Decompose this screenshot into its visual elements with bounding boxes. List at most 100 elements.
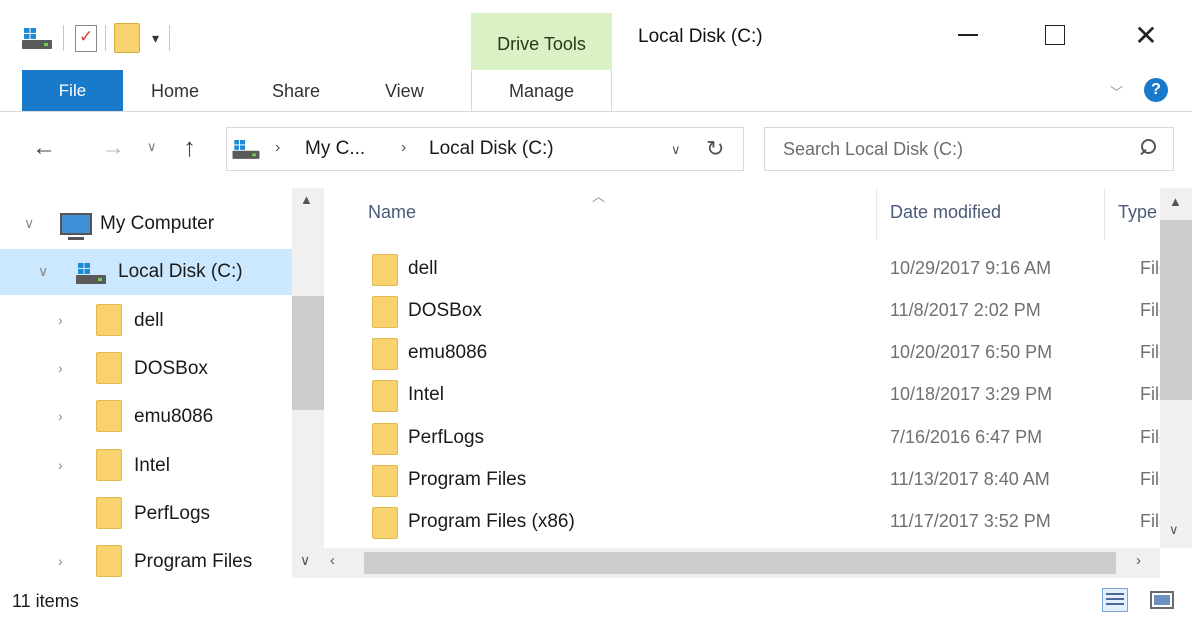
- folder-icon: [96, 400, 122, 432]
- breadcrumb-local-disk[interactable]: Local Disk (C:): [429, 138, 554, 160]
- file-date: 11/13/2017 8:40 AM: [890, 469, 1050, 489]
- properties-icon[interactable]: [75, 24, 97, 52]
- recent-locations-chevron-icon[interactable]: ∨: [147, 139, 157, 155]
- new-folder-icon[interactable]: [114, 23, 140, 53]
- large-icons-view-icon[interactable]: [1150, 591, 1174, 609]
- nav-item-label: My Computer: [100, 213, 215, 234]
- toolbar-divider: [63, 25, 64, 51]
- search-box[interactable]: Search Local Disk (C:): [764, 127, 1174, 171]
- breadcrumb-separator-icon[interactable]: ›: [275, 139, 280, 157]
- tab-manage[interactable]: Manage: [471, 70, 612, 112]
- file-type: File folder: [1140, 384, 1160, 404]
- tab-home[interactable]: Home: [151, 70, 199, 112]
- file-row-perflogs[interactable]: PerfLogs 7/16/2016 6:47 PM File folder: [324, 417, 1160, 459]
- scrollbar-thumb[interactable]: [292, 296, 324, 410]
- chevron-right-icon[interactable]: ›: [58, 408, 63, 424]
- breadcrumb-my-computer[interactable]: My C...: [305, 138, 365, 160]
- column-header-name[interactable]: Name: [368, 202, 416, 223]
- navigation-pane: ∨ My Computer ∨ Local Disk (C:) › dell ›…: [0, 188, 324, 578]
- nav-item-local-disk[interactable]: ∨ Local Disk (C:): [0, 249, 292, 295]
- file-name: Program Files: [408, 469, 527, 490]
- tab-share[interactable]: Share: [272, 70, 320, 112]
- file-name: Program Files (x86): [408, 511, 575, 532]
- scrollbar-thumb[interactable]: [364, 552, 1116, 574]
- file-date: 10/29/2017 9:16 AM: [890, 258, 1052, 278]
- drive-tools-label: Drive Tools: [497, 34, 586, 54]
- nav-item-label: dell: [134, 310, 164, 331]
- chevron-down-icon[interactable]: ∨: [24, 215, 34, 232]
- file-name: Intel: [408, 384, 444, 405]
- scroll-down-icon[interactable]: ∨: [1169, 522, 1179, 538]
- folder-icon: [96, 304, 122, 336]
- drive-icon[interactable]: [22, 27, 52, 49]
- scroll-up-icon[interactable]: ▲: [300, 192, 313, 207]
- tab-file[interactable]: File: [22, 70, 123, 112]
- scroll-up-icon[interactable]: ▲: [1169, 194, 1182, 209]
- breadcrumb-separator-icon[interactable]: ›: [401, 139, 406, 157]
- scrollbar-thumb[interactable]: [1160, 220, 1192, 400]
- status-bar: 11 items: [0, 578, 1192, 623]
- expand-ribbon-icon[interactable]: ﹀: [1110, 82, 1123, 101]
- drive-icon: [76, 262, 106, 284]
- search-placeholder: Search Local Disk (C:): [783, 139, 964, 159]
- file-list: ︿ Name Date modified Type dell 10/29/201…: [324, 188, 1192, 578]
- chevron-right-icon[interactable]: ›: [58, 553, 63, 569]
- computer-icon: [60, 213, 92, 240]
- file-date: 11/17/2017 3:52 PM: [890, 511, 1051, 531]
- chevron-right-icon[interactable]: ›: [58, 312, 63, 328]
- maximize-button[interactable]: [1024, 14, 1086, 56]
- chevron-right-icon[interactable]: ›: [58, 360, 63, 376]
- item-count: 11 items: [12, 591, 79, 611]
- file-type: File folder: [1140, 300, 1160, 320]
- scroll-down-icon[interactable]: ∨: [300, 552, 310, 569]
- nav-item-my-computer[interactable]: ∨ My Computer: [0, 201, 292, 247]
- column-divider[interactable]: [1104, 188, 1105, 240]
- folder-icon: [372, 338, 398, 370]
- close-button[interactable]: ✕: [1115, 14, 1177, 56]
- scroll-left-icon[interactable]: ‹: [330, 552, 335, 569]
- nav-item-label: DOSBox: [134, 358, 208, 379]
- nav-pane-scrollbar[interactable]: ▲ ∨: [292, 188, 324, 578]
- folder-icon: [372, 465, 398, 497]
- file-row-program-files[interactable]: Program Files 11/13/2017 8:40 AM File fo…: [324, 459, 1160, 501]
- address-bar[interactable]: › My C... › Local Disk (C:) ∨ ↻: [226, 127, 744, 171]
- window-title: Local Disk (C:): [638, 26, 763, 47]
- chevron-down-icon[interactable]: ∨: [38, 263, 48, 280]
- column-divider[interactable]: [876, 188, 877, 240]
- file-row-intel[interactable]: Intel 10/18/2017 3:29 PM File folder: [324, 374, 1160, 416]
- file-row-emu8086[interactable]: emu8086 10/20/2017 6:50 PM File folder: [324, 332, 1160, 374]
- toolbar-divider: [105, 25, 106, 51]
- customize-toolbar-dropdown-icon[interactable]: ▾: [152, 30, 159, 47]
- chevron-right-icon[interactable]: ›: [58, 457, 63, 473]
- file-type: File folder: [1140, 342, 1160, 362]
- file-name: DOSBox: [408, 300, 482, 321]
- file-row-dell[interactable]: dell 10/29/2017 9:16 AM File folder: [324, 248, 1160, 290]
- nav-item-perflogs[interactable]: PerfLogs: [0, 491, 292, 537]
- tab-view[interactable]: View: [385, 70, 424, 112]
- forward-arrow-icon[interactable]: →: [101, 134, 125, 162]
- address-dropdown-icon[interactable]: ∨: [671, 142, 681, 158]
- nav-item-label: Program Files: [134, 551, 253, 572]
- file-list-horizontal-scrollbar[interactable]: ‹ ›: [324, 548, 1160, 578]
- help-icon[interactable]: ?: [1144, 78, 1168, 102]
- scroll-right-icon[interactable]: ›: [1136, 552, 1141, 569]
- file-list-vertical-scrollbar[interactable]: ▲ ∨: [1160, 188, 1192, 548]
- minimize-button[interactable]: [937, 14, 999, 56]
- details-view-icon[interactable]: [1102, 588, 1128, 612]
- nav-item-dell[interactable]: › dell: [0, 298, 292, 344]
- file-date: 7/16/2016 6:47 PM: [890, 427, 1043, 447]
- nav-item-dosbox[interactable]: › DOSBox: [0, 346, 292, 392]
- refresh-icon[interactable]: ↻: [706, 136, 724, 162]
- column-header-type[interactable]: Type: [1118, 202, 1158, 223]
- file-row-dosbox[interactable]: DOSBox 11/8/2017 2:02 PM File folder: [324, 290, 1160, 332]
- search-icon[interactable]: [1138, 139, 1156, 159]
- nav-item-intel[interactable]: › Intel: [0, 443, 292, 489]
- toolbar-divider: [169, 25, 171, 51]
- nav-item-emu8086[interactable]: › emu8086: [0, 394, 292, 440]
- up-arrow-icon[interactable]: ↑: [183, 132, 196, 163]
- nav-item-program-files[interactable]: › Program Files: [0, 539, 292, 578]
- file-row-program-files-x86[interactable]: Program Files (x86) 11/17/2017 3:52 PM F…: [324, 501, 1160, 543]
- quick-access-toolbar: ▾: [22, 20, 181, 56]
- back-arrow-icon[interactable]: ←: [32, 134, 56, 162]
- column-header-date-modified[interactable]: Date modified: [890, 202, 1001, 223]
